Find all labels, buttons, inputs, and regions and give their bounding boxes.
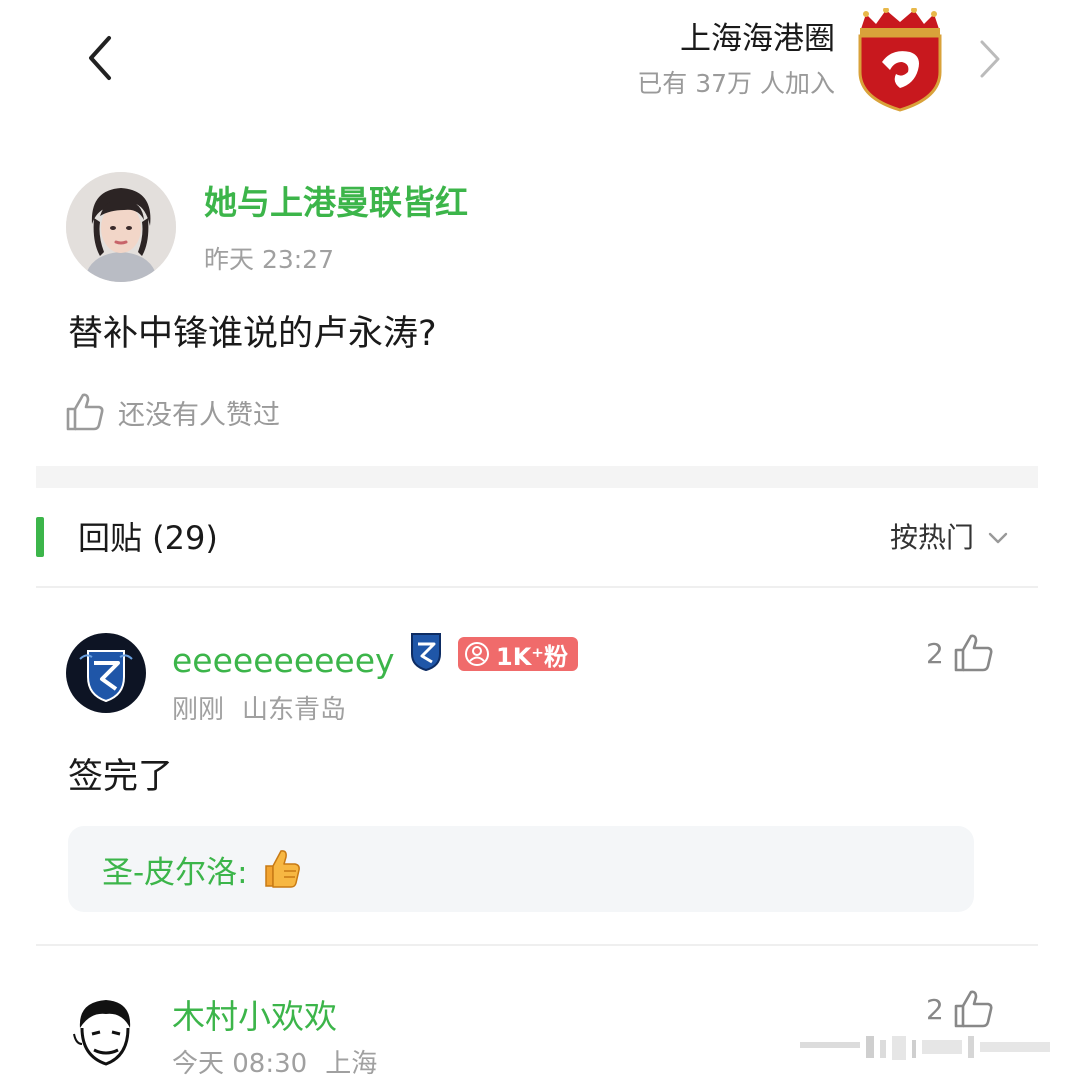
reply-like-button[interactable]: 2	[926, 632, 996, 674]
avatar-image	[66, 172, 176, 282]
thumbs-up-icon	[954, 634, 993, 672]
thumbs-up-icon	[954, 990, 993, 1028]
reply-author-name[interactable]: eeeeeeeeeey	[172, 638, 395, 684]
like-status-text: 还没有人赞过	[118, 399, 280, 431]
back-arrow-icon	[89, 36, 111, 80]
chevron-down-icon	[988, 532, 1008, 544]
avatar-image	[66, 994, 146, 1074]
reply-content: 签完了	[68, 757, 174, 797]
replies-title: 回贴 (29)	[78, 519, 218, 557]
circle-title: 上海海港圈	[680, 21, 835, 57]
reply-time: 刚刚	[172, 695, 225, 725]
circle-header: 上海海港圈 已有 37万 人加入	[0, 0, 1080, 130]
person-icon	[465, 642, 489, 666]
sort-dropdown[interactable]: 按热门	[890, 516, 1008, 560]
post-content: 替补中锋谁说的卢永涛?	[68, 314, 437, 354]
reply-meta: 刚刚 山东青岛	[172, 690, 346, 730]
fan-count: 1K⁺粉	[496, 642, 568, 671]
sub-reply-author[interactable]: 圣-皮尔洛:	[102, 847, 248, 892]
reply-author-name[interactable]: 木村小欢欢	[172, 994, 337, 1040]
reply-location: 上海	[325, 1049, 378, 1079]
post-author-avatar[interactable]	[66, 172, 176, 282]
club-logo[interactable]	[852, 8, 948, 112]
sub-reply-box[interactable]: 圣-皮尔洛:	[68, 826, 974, 912]
reply-meta: 今天 08:30 上海	[172, 1044, 377, 1080]
post-timestamp: 昨天 23:27	[204, 245, 334, 274]
circle-member-count: 已有 37万 人加入	[637, 69, 835, 98]
reply-location: 山东青岛	[242, 695, 347, 725]
forward-arrow-icon	[980, 40, 1000, 78]
section-separator	[36, 466, 1038, 488]
reply-time: 今天 08:30	[172, 1049, 308, 1079]
avatar-image	[66, 633, 146, 713]
fan-count-badge: 1K⁺粉	[458, 637, 578, 671]
divider	[36, 944, 1038, 946]
team-badge-icon	[411, 633, 441, 672]
reply-avatar[interactable]	[66, 994, 146, 1074]
thumbs-up-emoji	[262, 848, 302, 890]
forward-button[interactable]	[970, 34, 1010, 84]
section-indicator	[36, 517, 44, 557]
reply-like-button[interactable]: 2	[926, 988, 996, 1030]
divider	[36, 586, 1038, 588]
reply-like-count: 2	[926, 992, 944, 1026]
reply-avatar[interactable]	[66, 633, 146, 713]
circle-info[interactable]: 上海海港圈 已有 37万 人加入	[637, 18, 835, 104]
watermark	[800, 1036, 1050, 1060]
reply-like-count: 2	[926, 636, 944, 670]
back-button[interactable]	[78, 28, 122, 88]
sort-label: 按热门	[889, 521, 974, 554]
post-like-button[interactable]: 还没有人赞过	[64, 388, 280, 436]
post-author-name[interactable]: 她与上港曼联皆红	[204, 180, 468, 226]
thumbs-up-icon	[66, 393, 104, 431]
